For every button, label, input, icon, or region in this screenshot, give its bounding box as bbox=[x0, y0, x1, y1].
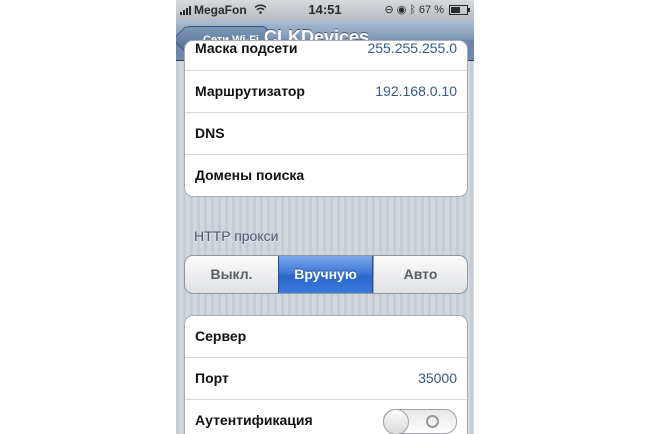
bluetooth-icon: ᛒ bbox=[409, 3, 416, 16]
dns-label: DNS bbox=[195, 125, 225, 141]
phone-screen: MegaFon 14:51 ⊖ ◉ ᛒ 67 % Сети Wi-Fi CLKD… bbox=[176, 0, 474, 434]
ip-settings-group: Маска подсети 255.255.255.0 Маршрутизато… bbox=[184, 40, 468, 197]
port-value: 35000 bbox=[418, 370, 457, 386]
segment-auto[interactable]: Авто bbox=[373, 256, 467, 293]
status-right: ⊖ ◉ ᛒ 67 % bbox=[384, 3, 470, 16]
row-dns[interactable]: DNS bbox=[185, 112, 467, 154]
proxy-settings-group: Сервер Порт 35000 Аутентификация bbox=[184, 315, 468, 434]
authentication-toggle[interactable] bbox=[383, 409, 457, 434]
row-router[interactable]: Маршрутизатор 192.168.0.10 bbox=[185, 70, 467, 112]
toggle-knob bbox=[383, 409, 409, 434]
search-domains-label: Домены поиска bbox=[195, 167, 305, 183]
segment-manual[interactable]: Вручную bbox=[278, 256, 373, 293]
row-server[interactable]: Сервер bbox=[185, 316, 467, 357]
port-label: Порт bbox=[195, 370, 229, 386]
row-port[interactable]: Порт 35000 bbox=[185, 357, 467, 399]
toggle-off-icon bbox=[426, 415, 439, 428]
http-proxy-header: HTTP прокси bbox=[194, 228, 279, 244]
row-subnet-mask[interactable]: Маска подсети 255.255.255.0 bbox=[185, 41, 467, 70]
rotation-lock-icon: ⊖ bbox=[384, 4, 394, 16]
row-search-domains[interactable]: Домены поиска bbox=[185, 154, 467, 196]
status-bar: MegaFon 14:51 ⊖ ◉ ᛒ 67 % bbox=[176, 0, 474, 19]
row-authentication: Аутентификация bbox=[185, 399, 467, 434]
authentication-label: Аутентификация bbox=[195, 412, 313, 428]
segment-off[interactable]: Выкл. bbox=[185, 256, 278, 293]
router-label: Маршрутизатор bbox=[195, 83, 305, 99]
battery-icon bbox=[449, 4, 470, 15]
router-value: 192.168.0.10 bbox=[375, 83, 457, 99]
subnet-mask-value: 255.255.255.0 bbox=[367, 40, 457, 56]
subnet-mask-label: Маска подсети bbox=[195, 40, 298, 56]
battery-percent: 67 % bbox=[418, 3, 444, 16]
proxy-mode-segmented-control: Выкл. Вручную Авто bbox=[184, 255, 468, 294]
server-label: Сервер bbox=[195, 328, 247, 344]
location-icon: ◉ bbox=[396, 4, 407, 16]
